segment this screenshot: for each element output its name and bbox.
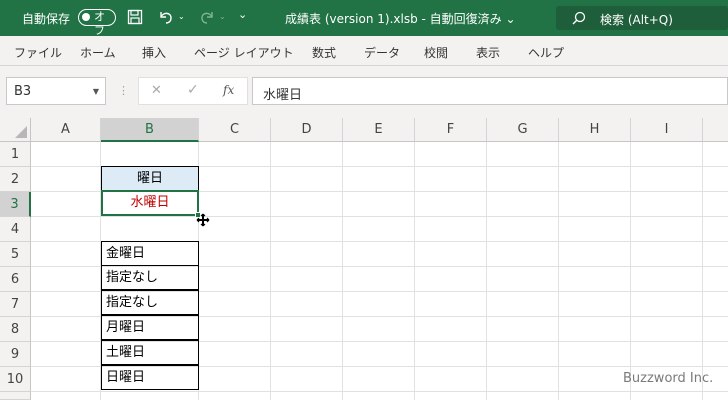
gridline	[31, 216, 728, 217]
cell-b2[interactable]: 曜日	[101, 166, 199, 191]
name-box-value: B3	[14, 84, 32, 99]
select-all-button[interactable]	[0, 118, 31, 142]
enter-icon[interactable]: ✓	[187, 82, 199, 98]
column-header-g[interactable]: G	[487, 118, 559, 142]
row-header-2[interactable]: 2	[0, 167, 31, 192]
row-header-5[interactable]: 5	[0, 242, 31, 267]
move-cursor-icon	[196, 212, 210, 231]
autosave-label: 自動保存	[22, 12, 71, 26]
ribbon-tabs: ファイル ホーム 挿入 ページ レイアウト 数式 データ 校閲 表示 ヘルプ	[0, 36, 728, 66]
autosave-state: オフ	[94, 10, 105, 37]
tab-page-layout[interactable]: ページ レイアウト	[194, 44, 294, 61]
search-box[interactable]: 検索 (Alt+Q)	[556, 6, 728, 30]
column-header-j[interactable]	[703, 118, 728, 142]
row-header-6[interactable]: 6	[0, 267, 31, 292]
watermark: Buzzword Inc.	[623, 371, 714, 386]
row-header-10[interactable]: 10	[0, 367, 31, 392]
column-header-b[interactable]: B	[101, 118, 199, 142]
redo-dropdown-icon[interactable]: ⌄	[219, 12, 226, 21]
name-box-dropdown-icon[interactable]: ▼	[93, 87, 99, 96]
customize-icon[interactable]: ⌄	[238, 8, 247, 21]
undo-dropdown-icon[interactable]: ⌄	[178, 12, 185, 21]
column-header-d[interactable]: D	[271, 118, 343, 142]
insert-function-icon[interactable]: fx	[223, 83, 234, 97]
cell-b6[interactable]: 指定なし	[101, 290, 199, 315]
search-placeholder: 検索 (Alt+Q)	[600, 13, 673, 27]
gridline	[702, 142, 703, 400]
column-header-e[interactable]: E	[343, 118, 415, 142]
toggle-knob	[82, 13, 90, 21]
title-bar: 自動保存 オフ ⌄ ⌄ ⌄ 成績表 (version 1).xlsb - 自動回…	[0, 0, 728, 37]
row-header-1[interactable]: 1	[0, 142, 31, 167]
gridline	[558, 142, 559, 400]
search-icon	[572, 11, 586, 28]
cell-b4[interactable]: 金曜日	[101, 241, 199, 266]
more-options-icon[interactable]: ⋮	[118, 84, 129, 97]
tab-home[interactable]: ホーム	[80, 44, 116, 61]
gridline	[342, 142, 343, 400]
undo-icon[interactable]	[157, 9, 175, 28]
cell-b7[interactable]: 月曜日	[101, 315, 199, 340]
tab-formulas[interactable]: 数式	[312, 44, 336, 61]
cell-b3-active[interactable]: 水曜日	[101, 190, 199, 216]
gridline	[486, 142, 487, 400]
column-header-a[interactable]: A	[31, 118, 101, 142]
column-header-f[interactable]: F	[415, 118, 487, 142]
save-icon[interactable]	[127, 9, 143, 28]
tab-help[interactable]: ヘルプ	[528, 44, 564, 61]
gridline	[630, 142, 631, 400]
row-header-4[interactable]: 4	[0, 217, 31, 242]
autosave-toggle[interactable]: オフ	[78, 9, 116, 37]
tab-view[interactable]: 表示	[476, 44, 500, 61]
row-header-11[interactable]	[0, 392, 31, 400]
cell-b5[interactable]: 指定なし	[101, 265, 199, 290]
gridline	[414, 142, 415, 400]
column-header-c[interactable]: C	[199, 118, 271, 142]
column-header-h[interactable]: H	[559, 118, 631, 142]
tab-review[interactable]: 校閲	[424, 44, 448, 61]
row-header-7[interactable]: 7	[0, 292, 31, 317]
name-box[interactable]: B3 ▼	[6, 77, 106, 105]
redo-icon[interactable]	[198, 9, 216, 28]
row-header-8[interactable]: 8	[0, 317, 31, 342]
worksheet-grid[interactable]: A B C D E F G H I 1 2 3 4 5 6 7 8 9 10 曜…	[0, 118, 728, 400]
formula-buttons: ✕ ✓ fx	[138, 77, 248, 105]
document-title[interactable]: 成績表 (version 1).xlsb - 自動回復済み ⌄	[285, 10, 516, 27]
gridline	[270, 142, 271, 400]
cell-b8[interactable]: 土曜日	[101, 340, 199, 365]
cell-b9[interactable]: 日曜日	[101, 365, 199, 390]
tab-insert[interactable]: 挿入	[142, 44, 166, 61]
row-header-9[interactable]: 9	[0, 342, 31, 367]
column-header-i[interactable]: I	[631, 118, 703, 142]
cancel-icon[interactable]: ✕	[151, 83, 162, 98]
tab-data[interactable]: データ	[364, 44, 400, 61]
gridline	[31, 391, 728, 392]
row-header-3[interactable]: 3	[0, 192, 31, 217]
formula-value: 水曜日	[263, 88, 303, 103]
formula-bar-area: B3 ▼ ⋮ ✕ ✓ fx 水曜日	[0, 66, 728, 118]
tab-file[interactable]: ファイル	[14, 44, 62, 61]
formula-input[interactable]: 水曜日	[252, 77, 728, 105]
